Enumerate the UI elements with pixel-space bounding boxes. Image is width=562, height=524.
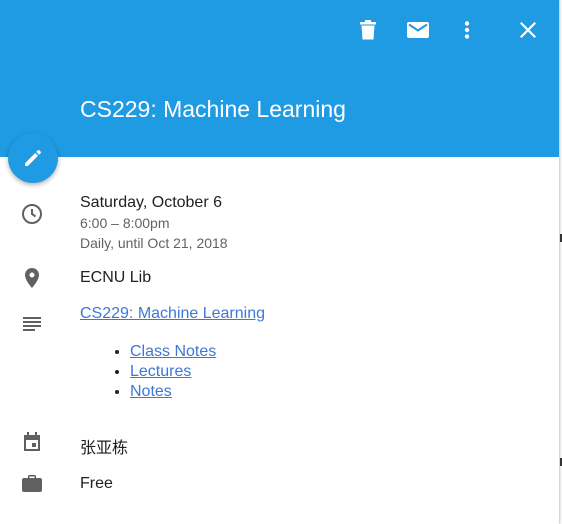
event-title: CS229: Machine Learning bbox=[80, 96, 346, 122]
description-list: Class Notes Lectures Notes bbox=[80, 342, 216, 402]
list-item: Class Notes bbox=[130, 342, 216, 362]
event-recurrence: Daily, until Oct 21, 2018 bbox=[80, 235, 228, 251]
calendar-icon bbox=[20, 430, 44, 454]
event-location: ECNU Lib bbox=[80, 269, 152, 286]
description-link[interactable]: CS229: Machine Learning bbox=[80, 305, 265, 323]
briefcase-icon bbox=[20, 471, 44, 495]
notes-link[interactable]: Notes bbox=[130, 383, 172, 400]
event-detail-screen: CS229: Machine Learning Saturday, Octobe… bbox=[0, 0, 562, 524]
trash-icon bbox=[360, 20, 376, 40]
description-lines-icon bbox=[20, 312, 44, 336]
edit-pencil-icon bbox=[25, 149, 42, 166]
event-time: 6:00 – 8:00pm bbox=[80, 215, 170, 231]
clock-icon bbox=[20, 202, 44, 226]
lectures-link[interactable]: Lectures bbox=[130, 363, 191, 380]
close-icon bbox=[520, 22, 536, 38]
availability-status: Free bbox=[80, 475, 113, 492]
list-item: Notes bbox=[130, 382, 216, 402]
event-date: Saturday, October 6 bbox=[80, 194, 222, 211]
list-item: Lectures bbox=[130, 362, 216, 382]
location-pin-icon bbox=[20, 266, 44, 290]
email-icon bbox=[407, 22, 429, 38]
more-vert-icon bbox=[464, 21, 470, 39]
class-notes-link[interactable]: Class Notes bbox=[130, 343, 216, 360]
email-guests-button[interactable] bbox=[402, 14, 434, 46]
edit-event-button[interactable] bbox=[8, 133, 58, 183]
event-header: CS229: Machine Learning bbox=[0, 0, 559, 157]
close-button[interactable] bbox=[512, 14, 544, 46]
event-detail-card: CS229: Machine Learning Saturday, Octobe… bbox=[0, 0, 559, 524]
delete-button[interactable] bbox=[352, 14, 384, 46]
more-options-button[interactable] bbox=[451, 14, 483, 46]
calendar-owner: 张亚栋 bbox=[80, 440, 129, 457]
